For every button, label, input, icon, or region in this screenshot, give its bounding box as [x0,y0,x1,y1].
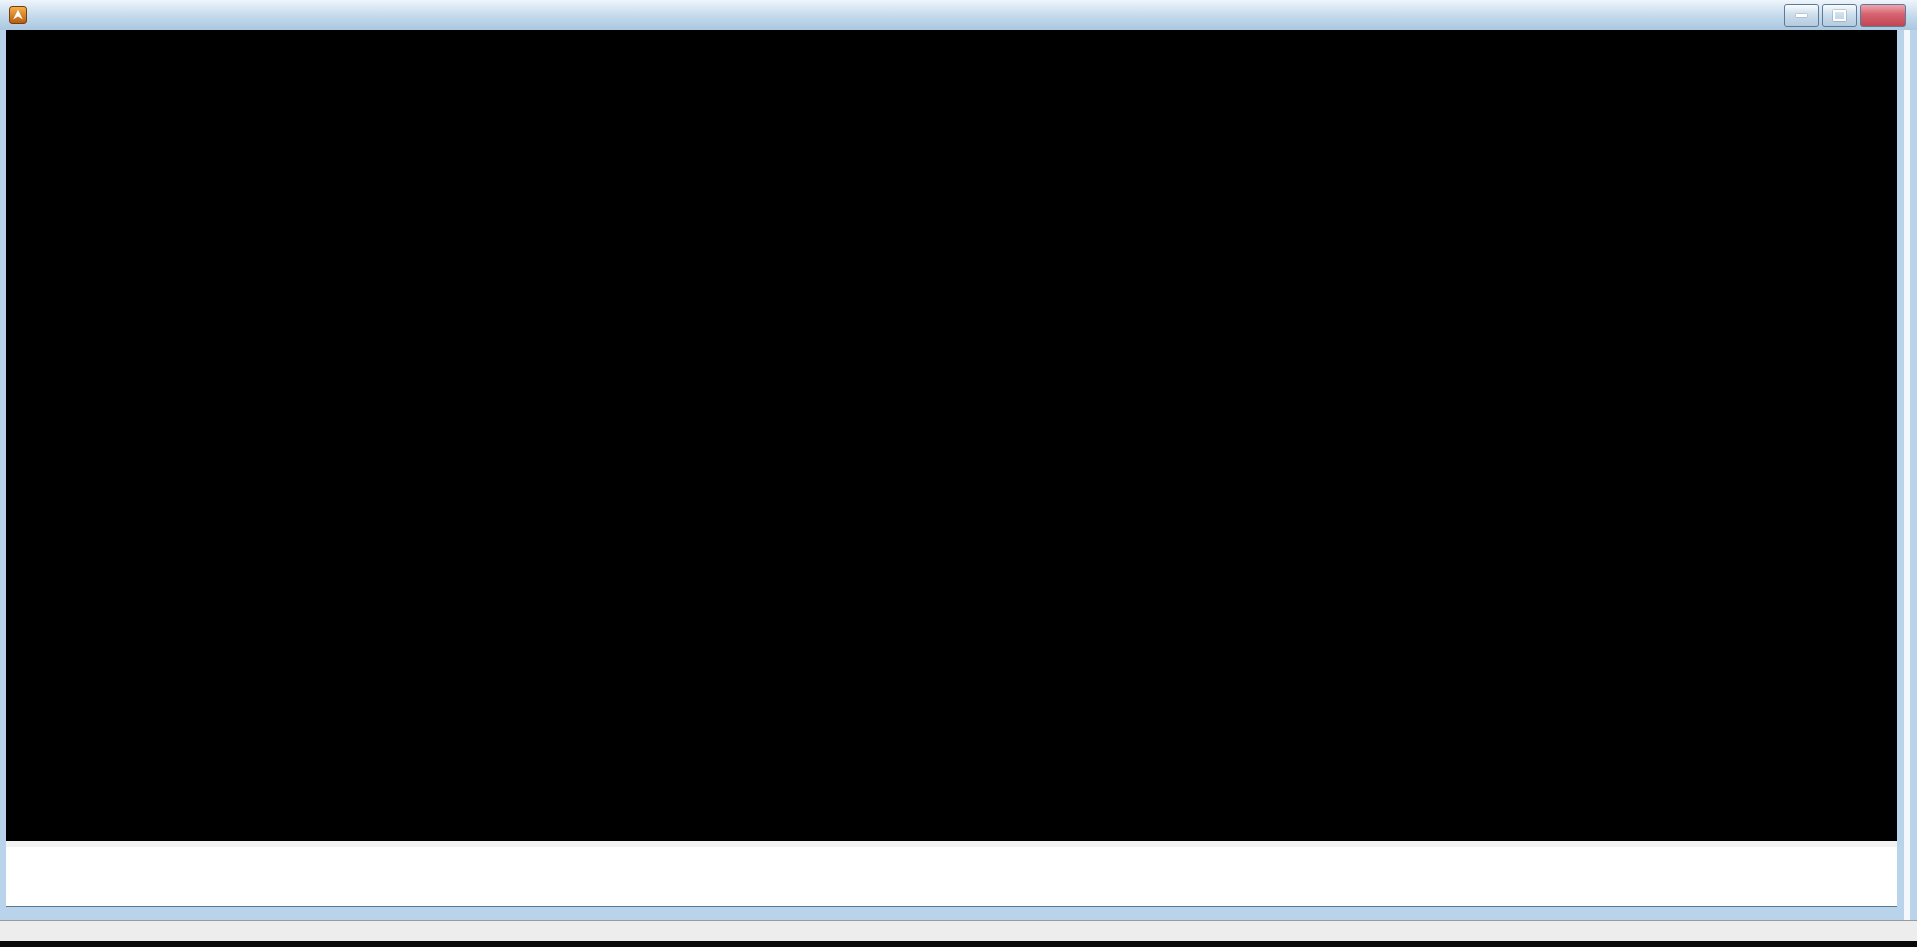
maximize-icon [1833,10,1846,21]
thd-vs-power-chart [6,30,306,180]
trace-table-row [6,867,1897,887]
taskbar-strip [0,941,1917,947]
trace-table-panel [6,847,1897,906]
maximize-button[interactable] [1822,4,1857,27]
window-bottom-border [6,906,1897,920]
app-window [0,0,1917,947]
chart-panel [6,30,1897,841]
scrollbar-track[interactable] [1904,30,1910,920]
window-right-border [1897,30,1917,920]
status-bar [0,920,1917,941]
minimize-button[interactable] [1784,4,1819,27]
window-controls [1784,4,1906,27]
minimize-icon [1796,14,1807,17]
title-bar[interactable] [0,0,1917,31]
app-icon [9,6,27,24]
close-button[interactable] [1860,4,1906,27]
trace-table-header [6,847,1897,867]
